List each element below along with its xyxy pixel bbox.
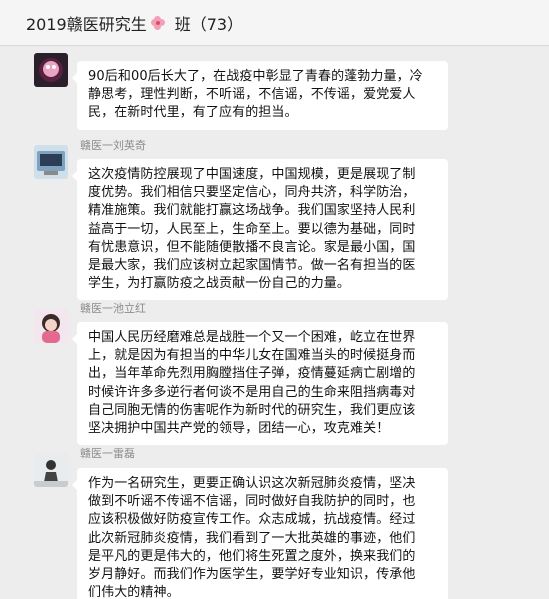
avatar[interactable]	[34, 145, 68, 179]
message-text-line: 静思考，理性判断，不听谣，不信谣，不传谣，爱党爱人	[88, 87, 416, 103]
message-bubble[interactable]: 中国人民历经磨难总是战胜一个又一个困难，屹立在世界 上，就是因为有担当的中华儿女…	[72, 322, 448, 446]
message-text-line: 们伟大的精神。	[88, 585, 180, 599]
message-text-line: 是最大家，我们应该树立起家国情节。做一名有担当的医	[88, 258, 416, 274]
avatar[interactable]	[34, 53, 68, 87]
message-text-line: 自己同胞无情的伤害呢作为新时代的研究生，我们更应该	[88, 402, 416, 418]
message-text-line: 民，在新时代里，有了应有的担当。	[88, 105, 298, 121]
message-text-line: 出，当年革命先烈用胸膛挡住子弹，疫情蔓延病亡剧增的	[88, 366, 416, 382]
message-text-line: 这次疫情防控展现了中国速度，中国规模，更是展现了制	[88, 167, 416, 182]
message-text-line: 是平凡的更是伟大的，他们将生死置之度外，换来我们的	[88, 548, 416, 564]
message-text-line: 90后和00后长大了，在战疫中彰显了青春的蓬勃力量，冷	[88, 69, 423, 84]
message-text-line: 坚决拥护中国共产党的领导，团结一心，攻克难关！	[88, 421, 390, 437]
message-text-line: 度优势。我们相信只要坚定信心，同舟共济，科学防治，	[88, 185, 416, 201]
sender-name: 赣医一雷磊	[80, 447, 135, 460]
chat-title-suffix: 班（73）	[174, 14, 244, 34]
avatar[interactable]	[34, 309, 68, 343]
message-text-line: 作为一名研究生，更要正确认识这次新冠肺炎疫情，坚决	[88, 476, 416, 491]
message-text-line: 益高于一切，人民至上，生命至上。要以德为基础，同时	[88, 221, 416, 237]
avatar[interactable]	[34, 453, 68, 487]
message-bubble[interactable]: 这次疫情防控展现了中国速度，中国规模，更是展现了制 度优势。我们相信只要坚定信心…	[72, 159, 448, 301]
flower-emoji-icon	[150, 15, 165, 30]
chat-header: 2019赣医研究生 班（73）	[0, 0, 549, 46]
message-text-line: 中国人民历经磨难总是战胜一个又一个困难，屹立在世界	[88, 330, 416, 345]
message-text-line: 学生，为打赢防疫之战贡献一份自己的力量。	[88, 276, 351, 292]
message-text-line: 做到不听谣不传谣不信谣，同时做好自我防护的同时，也	[88, 494, 416, 510]
chat-message-list[interactable]: 90后和00后长大了，在战疫中彰显了青春的蓬勃力量，冷 静思考，理性判断，不听谣…	[0, 47, 549, 599]
sender-name: 赣医一刘英奇	[80, 139, 146, 152]
message-text-line: 应该积极做好防疫宣传工作。众志成城，抗战疫情。经过	[88, 512, 416, 528]
chat-title-prefix: 2019赣医研究生	[26, 14, 147, 34]
message-text-line: 此次新冠肺炎疫情，我们看到了一大批英雄的事迹，他们	[88, 530, 416, 546]
message-bubble[interactable]: 作为一名研究生，更要正确认识这次新冠肺炎疫情，坚决 做到不听谣不传谣不信谣，同时…	[72, 468, 448, 599]
message-bubble[interactable]: 90后和00后长大了，在战疫中彰显了青春的蓬勃力量，冷 静思考，理性判断，不听谣…	[72, 61, 448, 130]
message-text-line: 有忧患意识，但不能随便散播不良言论。家是最小国，国	[88, 239, 416, 255]
sender-name: 赣医一池立红	[80, 302, 146, 315]
message-text-line: 岁月静好。而我们作为医学生，要学好专业知识，传承他	[88, 567, 416, 583]
message-text-line: 精准施策。我们就能打赢这场战争。我们国家坚持人民利	[88, 203, 416, 219]
message-text-line: 时候许许多多逆行者何谈不是用自己的生命来阻挡病毒对	[88, 384, 416, 400]
message-text-line: 上，就是因为有担当的中华儿女在国难当头的时候挺身而	[88, 348, 416, 364]
